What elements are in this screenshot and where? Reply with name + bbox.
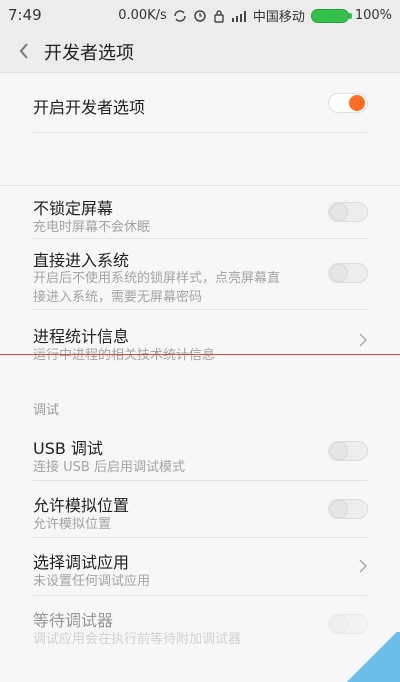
process-stats-label: 进程统计信息	[33, 327, 130, 346]
red-indicator-line	[0, 354, 400, 355]
toggle-knob	[349, 95, 365, 111]
settings-list: 开启开发者选项 不锁定屏幕 充电时屏幕不会休眠 直接进入系统 开启后不使用系统的…	[0, 73, 400, 656]
page-title: 开发者选项	[44, 43, 134, 64]
toggle-knob	[331, 265, 347, 281]
row-mock-location[interactable]: 允许模拟位置 允许模拟位置	[0, 481, 400, 538]
status-right: 0.00K/s 中国移动 100%	[118, 6, 392, 25]
wait-debugger-label: 等待调试器	[33, 611, 114, 630]
toggle-knob	[331, 501, 347, 517]
lock-icon	[213, 9, 225, 23]
chevron-right-icon	[356, 333, 370, 347]
mock-location-sub: 允许模拟位置	[33, 517, 112, 532]
mock-location-toggle[interactable]	[328, 499, 368, 519]
battery-icon	[310, 8, 352, 23]
row-developer-options[interactable]: 开启开发者选项	[0, 73, 400, 133]
carrier-name: 中国移动	[252, 10, 305, 25]
process-stats-sub: 运行中进程的相关技术统计信息	[33, 348, 216, 363]
row-wait-debugger[interactable]: 等待调试器 调试应用会在执行前等待附加调试器	[0, 596, 400, 656]
row-no-lock[interactable]: 不锁定屏幕 充电时屏幕不会休眠	[0, 185, 400, 239]
top-bar: 开发者选项	[0, 30, 400, 73]
toggle-knob	[331, 204, 347, 220]
no-lock-toggle[interactable]	[328, 202, 368, 222]
battery-level: 100%	[354, 8, 392, 23]
toggle-knob	[331, 616, 347, 632]
back-button[interactable]	[12, 37, 36, 65]
signal-icon	[231, 10, 247, 22]
developer-options-toggle[interactable]	[328, 93, 368, 113]
direct-enter-sub-1: 开启后不使用系统的锁屏样式，点亮屏幕直	[33, 271, 281, 286]
direct-enter-label: 直接进入系统	[33, 251, 130, 270]
corner-watermark	[344, 632, 400, 682]
row-select-debug-app[interactable]: 选择调试应用 未设置任何调试应用	[0, 538, 400, 596]
select-debug-app-sub: 未设置任何调试应用	[33, 574, 151, 589]
row-direct-enter[interactable]: 直接进入系统 开启后不使用系统的锁屏样式，点亮屏幕直 接进入系统，需要无屏幕密码	[0, 239, 400, 310]
no-lock-label: 不锁定屏幕	[33, 199, 114, 218]
section-debug-title: 调试	[33, 403, 60, 418]
back-chevron-icon	[19, 43, 28, 59]
alarm-icon	[193, 9, 207, 23]
status-bar: 7:49 0.00K/s 中国移动 100%	[0, 0, 400, 30]
toggle-knob	[331, 443, 347, 459]
row-process-stats[interactable]: 进程统计信息 运行中进程的相关技术统计信息	[0, 310, 400, 367]
mock-location-label: 允许模拟位置	[33, 496, 130, 515]
no-lock-sub: 充电时屏幕不会休眠	[33, 220, 151, 235]
wait-debugger-toggle[interactable]	[328, 614, 368, 634]
divider	[33, 132, 367, 133]
wait-debugger-sub: 调试应用会在执行前等待附加调试器	[33, 632, 242, 647]
usb-debug-toggle[interactable]	[328, 441, 368, 461]
developer-options-label: 开启开发者选项	[33, 98, 146, 117]
direct-enter-sub-2: 接进入系统，需要无屏幕密码	[33, 290, 203, 305]
network-speed: 0.00K/s	[118, 8, 167, 23]
direct-enter-toggle[interactable]	[328, 263, 368, 283]
section-spacer: 调试	[0, 367, 400, 422]
sync-icon	[173, 9, 187, 23]
usb-debug-label: USB 调试	[33, 439, 103, 458]
row-usb-debug[interactable]: USB 调试 连接 USB 后启用调试模式	[0, 422, 400, 481]
usb-debug-sub: 连接 USB 后启用调试模式	[33, 460, 185, 475]
select-debug-app-label: 选择调试应用	[33, 553, 130, 572]
chevron-right-icon	[356, 559, 370, 573]
status-time: 7:49	[8, 6, 42, 24]
